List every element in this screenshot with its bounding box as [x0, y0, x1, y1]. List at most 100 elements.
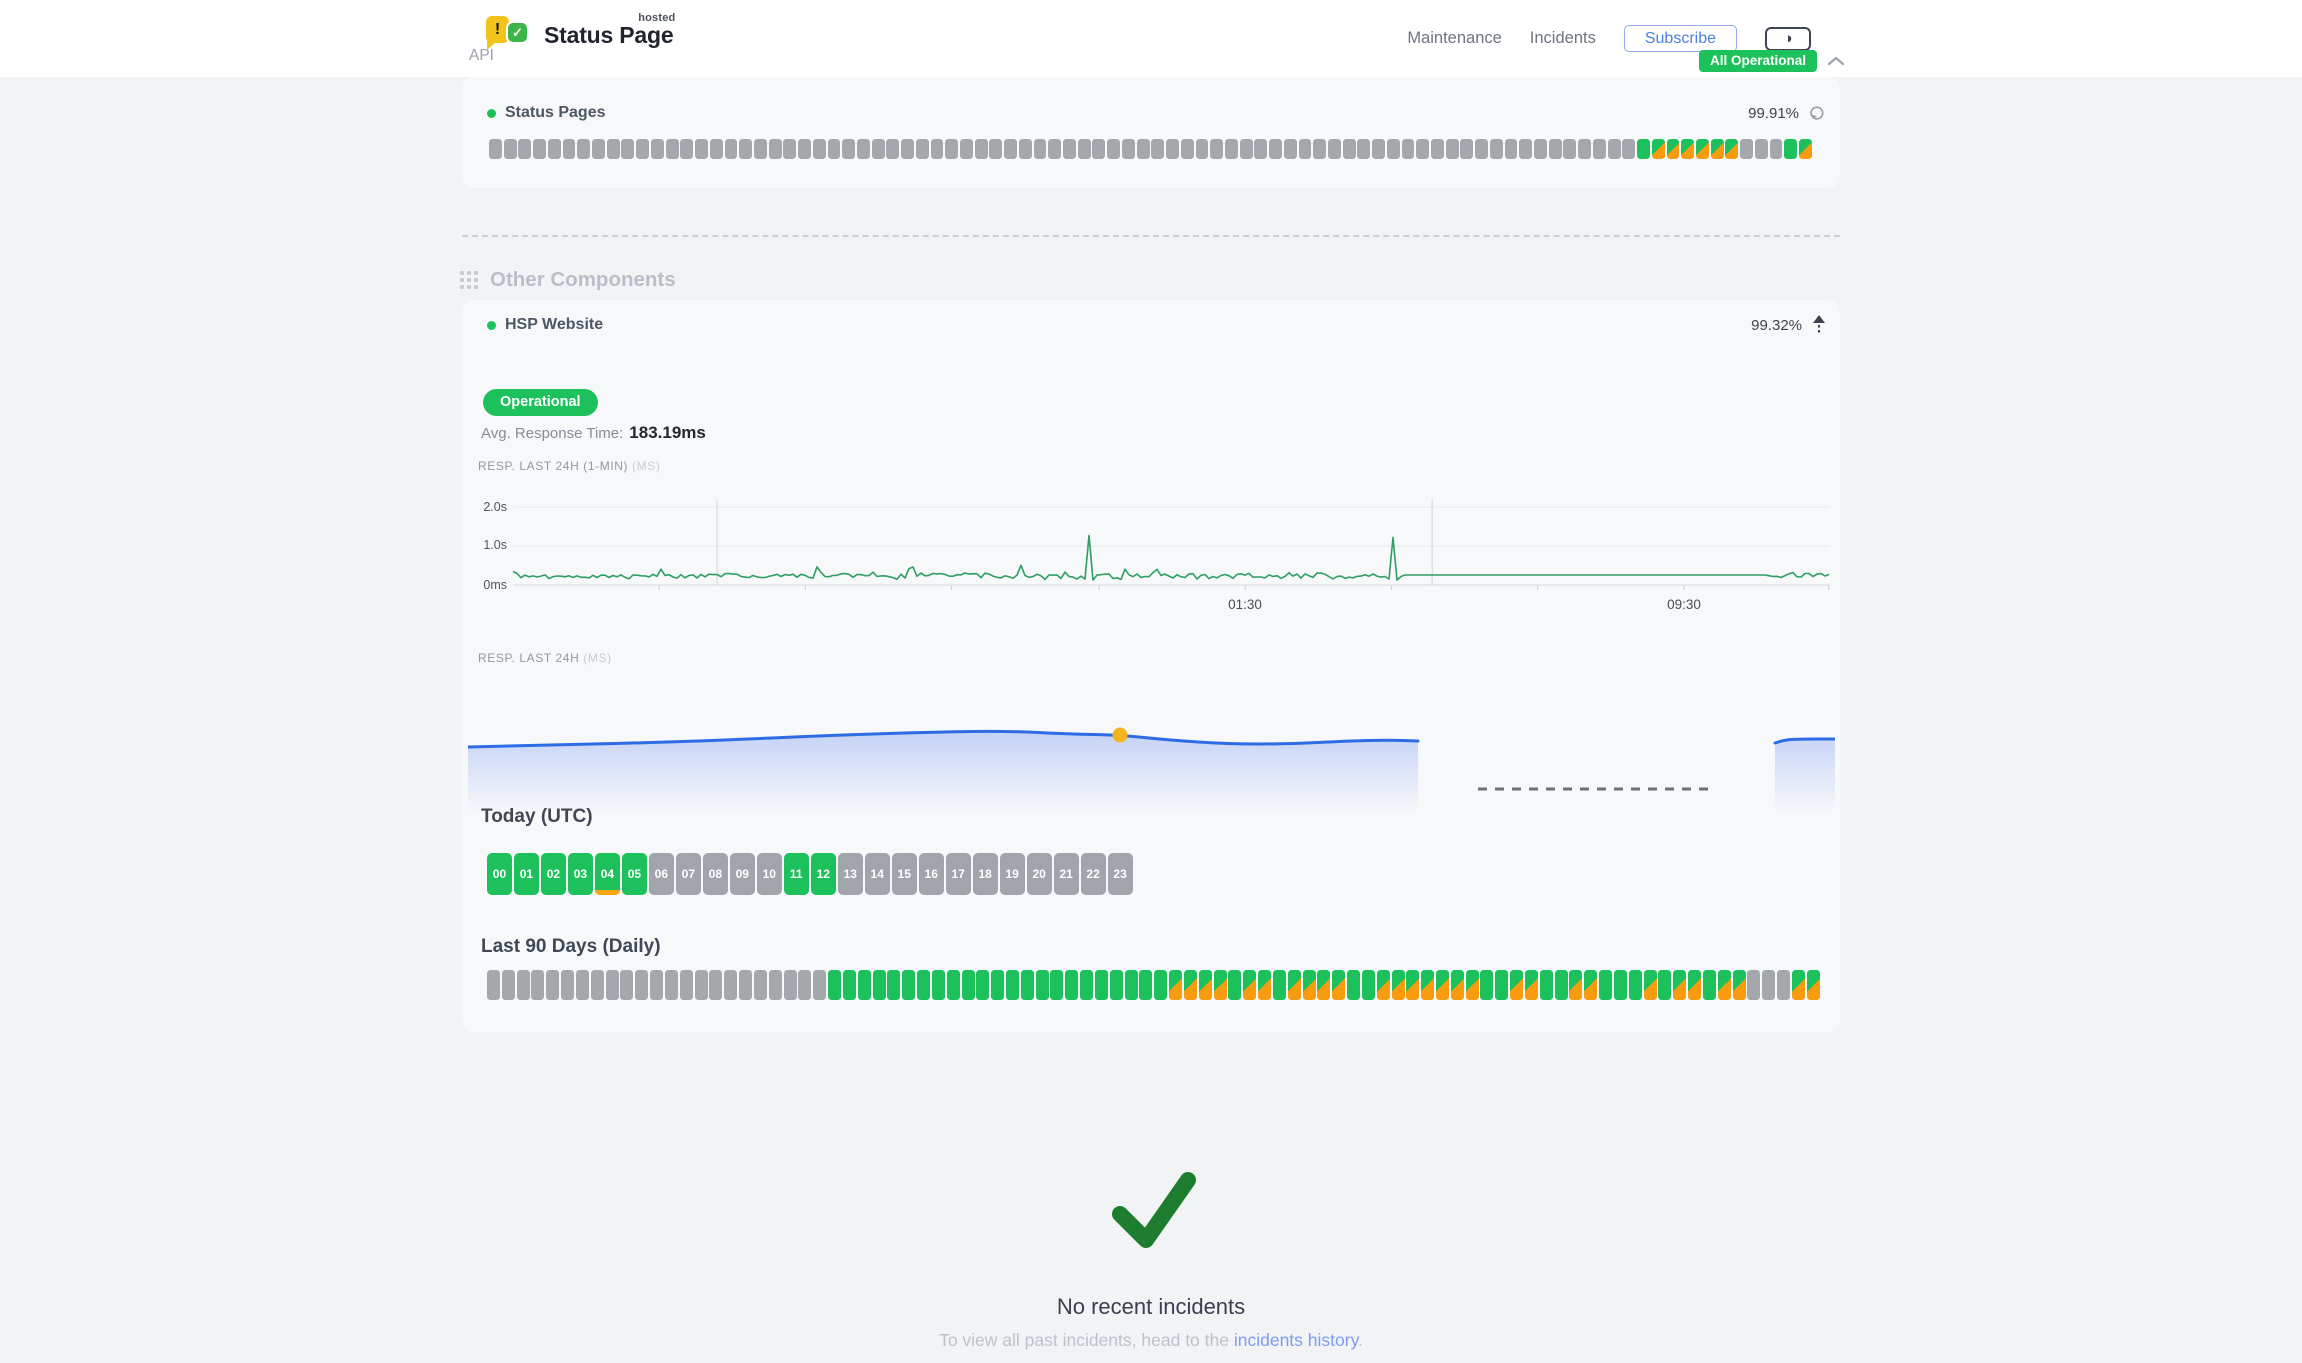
uptime-bar[interactable]: [1006, 970, 1019, 1000]
uptime-bar[interactable]: [621, 139, 634, 159]
uptime-bar[interactable]: [1599, 970, 1612, 1000]
uptime-bar[interactable]: [887, 970, 900, 1000]
nav-incidents[interactable]: Incidents: [1530, 29, 1596, 48]
hour-box-09[interactable]: 09: [730, 853, 755, 895]
uptime-bar[interactable]: [1637, 139, 1650, 159]
uptime-bar[interactable]: [1534, 139, 1547, 159]
uptime-bar[interactable]: [1107, 139, 1120, 159]
uptime-bar[interactable]: [504, 139, 517, 159]
uptime-bar[interactable]: [1792, 970, 1805, 1000]
subscribe-button[interactable]: Subscribe: [1624, 25, 1737, 52]
response-line-chart[interactable]: 2.0s 1.0s 0ms 01:30 09:30: [477, 500, 1830, 630]
uptime-bar[interactable]: [1110, 970, 1123, 1000]
uptime-bar[interactable]: [1273, 970, 1286, 1000]
uptime-bar[interactable]: [1137, 139, 1150, 159]
uptime-bar[interactable]: [607, 139, 620, 159]
uptime-bar[interactable]: [1755, 139, 1768, 159]
uptime-bar[interactable]: [947, 970, 960, 1000]
uptime-bar[interactable]: [1004, 139, 1017, 159]
uptime-bar[interactable]: [1740, 139, 1753, 159]
uptime-bar[interactable]: [1050, 970, 1063, 1000]
theme-toggle-button[interactable]: ◑: [1765, 27, 1811, 51]
uptime-bar[interactable]: [518, 139, 531, 159]
uptime-bar[interactable]: [783, 139, 796, 159]
uptime-bar[interactable]: [873, 970, 886, 1000]
uptime-bar[interactable]: [695, 970, 708, 1000]
uptime-bar[interactable]: [813, 139, 826, 159]
hour-box-00[interactable]: 00: [487, 853, 512, 895]
uptime-bar[interactable]: [798, 970, 811, 1000]
uptime-bar[interactable]: [769, 139, 782, 159]
uptime-bar[interactable]: [1228, 970, 1241, 1000]
uptime-bar[interactable]: [1436, 970, 1449, 1000]
nav-maintenance[interactable]: Maintenance: [1407, 29, 1501, 48]
uptime-bar[interactable]: [650, 970, 663, 1000]
uptime-bar[interactable]: [546, 970, 559, 1000]
uptime-bar[interactable]: [1614, 970, 1627, 1000]
uptime-bar[interactable]: [1475, 139, 1488, 159]
uptime-bar[interactable]: [1747, 970, 1760, 1000]
uptime-bar[interactable]: [1214, 970, 1227, 1000]
uptime-bar[interactable]: [1622, 139, 1635, 159]
uptime-bar[interactable]: [665, 970, 678, 1000]
hour-box-22[interactable]: 22: [1081, 853, 1106, 895]
hour-box-20[interactable]: 20: [1027, 853, 1052, 895]
uptime-bar[interactable]: [1505, 139, 1518, 159]
uptime-bar[interactable]: [945, 139, 958, 159]
hour-box-03[interactable]: 03: [568, 853, 593, 895]
uptime-bar[interactable]: [1357, 139, 1370, 159]
hour-box-01[interactable]: 01: [514, 853, 539, 895]
uptime-bar[interactable]: [1569, 970, 1582, 1000]
uptime-bar[interactable]: [577, 139, 590, 159]
uptime-bar[interactable]: [754, 970, 767, 1000]
hour-box-04[interactable]: 04: [595, 853, 620, 895]
uptime-bar[interactable]: [739, 970, 752, 1000]
uptime-bar[interactable]: [487, 970, 500, 1000]
uptime-bar[interactable]: [576, 970, 589, 1000]
uptime-bar[interactable]: [1034, 139, 1047, 159]
uptime-bar[interactable]: [1299, 139, 1312, 159]
hour-box-21[interactable]: 21: [1054, 853, 1079, 895]
uptime-bar[interactable]: [1392, 970, 1405, 1000]
uptime-bar[interactable]: [502, 970, 515, 1000]
uptime-bar[interactable]: [1125, 970, 1138, 1000]
uptime-bar[interactable]: [1696, 139, 1709, 159]
uptime-bar[interactable]: [635, 970, 648, 1000]
uptime-bar[interactable]: [1510, 970, 1523, 1000]
hour-box-17[interactable]: 17: [946, 853, 971, 895]
uptime-bar[interactable]: [561, 970, 574, 1000]
uptime-bar[interactable]: [813, 970, 826, 1000]
uptime-bar[interactable]: [1799, 139, 1812, 159]
uptime-bar[interactable]: [1362, 970, 1375, 1000]
uptime-bar[interactable]: [1154, 970, 1167, 1000]
uptime-bar[interactable]: [843, 970, 856, 1000]
uptime-bar[interactable]: [901, 139, 914, 159]
uptime-bar[interactable]: [1652, 139, 1665, 159]
uptime-bar[interactable]: [1196, 139, 1209, 159]
uptime-bar[interactable]: [1519, 139, 1532, 159]
uptime-bar[interactable]: [857, 139, 870, 159]
hour-box-06[interactable]: 06: [649, 853, 674, 895]
hour-box-18[interactable]: 18: [973, 853, 998, 895]
uptime-bar[interactable]: [1065, 970, 1078, 1000]
uptime-bar[interactable]: [842, 139, 855, 159]
uptime-bar[interactable]: [1703, 970, 1716, 1000]
uptime-bar[interactable]: [1644, 970, 1657, 1000]
uptime-bar[interactable]: [1343, 139, 1356, 159]
component-row-hsp-website[interactable]: HSP Website 99.32%: [487, 315, 1826, 335]
brand-logo[interactable]: ! ✓ hosted Status Page: [486, 14, 673, 56]
uptime-bar[interactable]: [489, 139, 502, 159]
hour-box-13[interactable]: 13: [838, 853, 863, 895]
uptime-bar[interactable]: [1658, 970, 1671, 1000]
uptime-bar[interactable]: [1593, 139, 1606, 159]
uptime-bar[interactable]: [1416, 139, 1429, 159]
uptime-bar[interactable]: [1629, 970, 1642, 1000]
uptime-bar[interactable]: [902, 970, 915, 1000]
uptime-bar[interactable]: [1240, 139, 1253, 159]
incidents-history-link[interactable]: incidents history: [1234, 1330, 1358, 1350]
uptime-bar[interactable]: [1377, 970, 1390, 1000]
uptime-bar[interactable]: [1718, 970, 1731, 1000]
uptime-bar[interactable]: [1540, 970, 1553, 1000]
uptime-bar[interactable]: [724, 970, 737, 1000]
uptime-bar[interactable]: [1555, 970, 1568, 1000]
